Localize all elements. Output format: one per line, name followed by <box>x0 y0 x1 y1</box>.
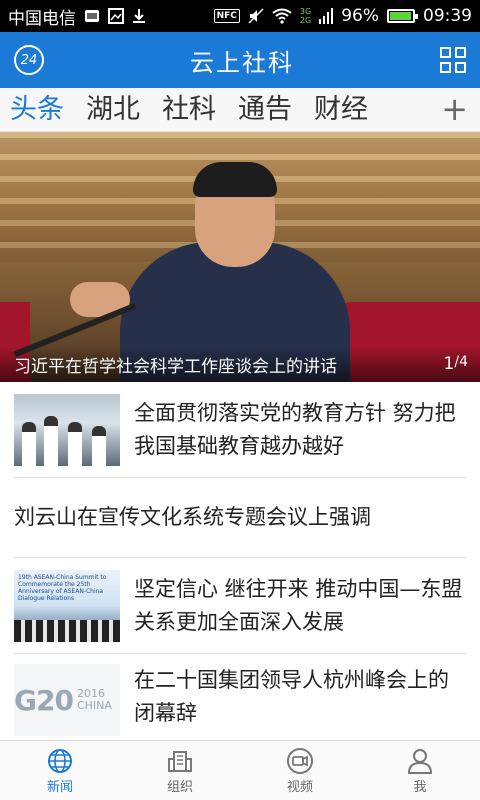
nav-video-label: 视频 <box>286 780 313 795</box>
category-tabs: 头条 湖北 社科 通告 财经 + <box>0 88 480 132</box>
status-right: NFC 3G 2G 96% 09:39 <box>213 6 472 26</box>
network-type-top: 3G <box>299 7 312 16</box>
news-title: 刘云山在宣传文化系统专题会议上强调 <box>14 505 371 529</box>
tab-hubei[interactable]: 湖北 <box>86 88 140 132</box>
nav-news-label: 新闻 <box>46 780 73 795</box>
status-left: 中国电信 <box>8 4 146 29</box>
news-item[interactable]: 19th ASEAN-China Summit to Commemorate t… <box>14 558 466 654</box>
add-tab-icon[interactable]: + <box>441 88 468 130</box>
bottom-navigation: 新闻 组织 视频 我 <box>0 740 480 800</box>
nav-organization[interactable]: 组织 <box>120 741 240 800</box>
video-camera-icon <box>286 746 314 776</box>
download-icon <box>132 8 146 24</box>
globe-icon <box>47 746 73 776</box>
battery-icon <box>387 9 418 23</box>
hero-current-page: 1 <box>443 354 455 374</box>
nav-me-label: 我 <box>413 780 427 795</box>
news-thumbnail <box>14 393 120 466</box>
news-title: 在二十国集团领导人杭州峰会上的闭幕辞 <box>134 668 449 725</box>
battery-fill <box>390 12 412 20</box>
nav-video[interactable]: 视频 <box>240 741 360 800</box>
news-item[interactable]: 全面贯彻落实党的教育方针 努力把我国基础教育越办越好 <box>14 382 466 478</box>
news-item[interactable]: 刘云山在宣传文化系统专题会议上强调 <box>14 478 466 558</box>
g20-logo: G20 <box>14 683 74 717</box>
status-bar: 中国电信 NFC 3G 2G 96% 09:39 <box>0 0 480 32</box>
news-thumbnail: 19th ASEAN-China Summit to Commemorate t… <box>14 569 120 642</box>
hero-page-indicator: 1/4 <box>444 354 468 374</box>
hero-carousel[interactable]: 习近平在哲学社会科学工作座谈会上的讲话 1/4 <box>0 132 480 382</box>
tab-notices[interactable]: 通告 <box>238 88 292 132</box>
app-title: 云上社科 <box>190 48 294 77</box>
building-icon <box>167 746 193 776</box>
tab-social-science[interactable]: 社科 <box>162 88 216 132</box>
tab-finance[interactable]: 财经 <box>314 88 368 132</box>
network-type-bottom: 2G <box>299 16 312 25</box>
image-icon <box>108 8 124 24</box>
weather-icon[interactable]: 24 <box>14 45 44 75</box>
carrier-label: 中国电信 <box>8 8 76 29</box>
mute-icon <box>248 8 264 24</box>
app-header: 24 云上社科 <box>0 32 480 88</box>
hero-caption[interactable]: 习近平在哲学社会科学工作座谈会上的讲话 <box>0 346 480 382</box>
user-icon <box>406 746 434 776</box>
wifi-icon <box>272 8 292 24</box>
signal-icon <box>319 8 334 24</box>
hero-person-hair <box>193 162 277 197</box>
nfc-icon: NFC <box>213 9 240 23</box>
tab-headlines[interactable]: 头条 <box>10 88 64 132</box>
thumbnail-banner-text: 19th ASEAN-China Summit to Commemorate t… <box>18 573 107 602</box>
hero-caption-text: 习近平在哲学社会科学工作座谈会上的讲话 <box>14 356 337 377</box>
g20-logo-subtitle: 2016 CHINA <box>76 687 112 712</box>
clock: 09:39 <box>423 6 472 26</box>
grid-menu-icon[interactable] <box>440 47 466 73</box>
nav-me[interactable]: 我 <box>360 741 480 800</box>
news-title: 坚定信心 继往开来 推动中国—东盟关系更加全面深入发展 <box>134 576 463 634</box>
news-title: 全面贯彻落实党的教育方针 努力把我国基础教育越办越好 <box>134 400 456 458</box>
network-type: 3G 2G <box>300 7 311 25</box>
news-thumbnail: G20 2016 CHINA <box>14 664 120 736</box>
nav-organization-label: 组织 <box>166 780 193 795</box>
hero-total-pages: 4 <box>459 354 468 370</box>
nav-news[interactable]: 新闻 <box>0 741 120 800</box>
news-item[interactable]: G20 2016 CHINA 在二十国集团领导人杭州峰会上的闭幕辞 <box>14 654 466 736</box>
sim-card-icon <box>84 8 100 24</box>
battery-percent: 96% <box>341 6 379 26</box>
news-list: 全面贯彻落实党的教育方针 努力把我国基础教育越办越好 刘云山在宣传文化系统专题会… <box>0 382 480 736</box>
